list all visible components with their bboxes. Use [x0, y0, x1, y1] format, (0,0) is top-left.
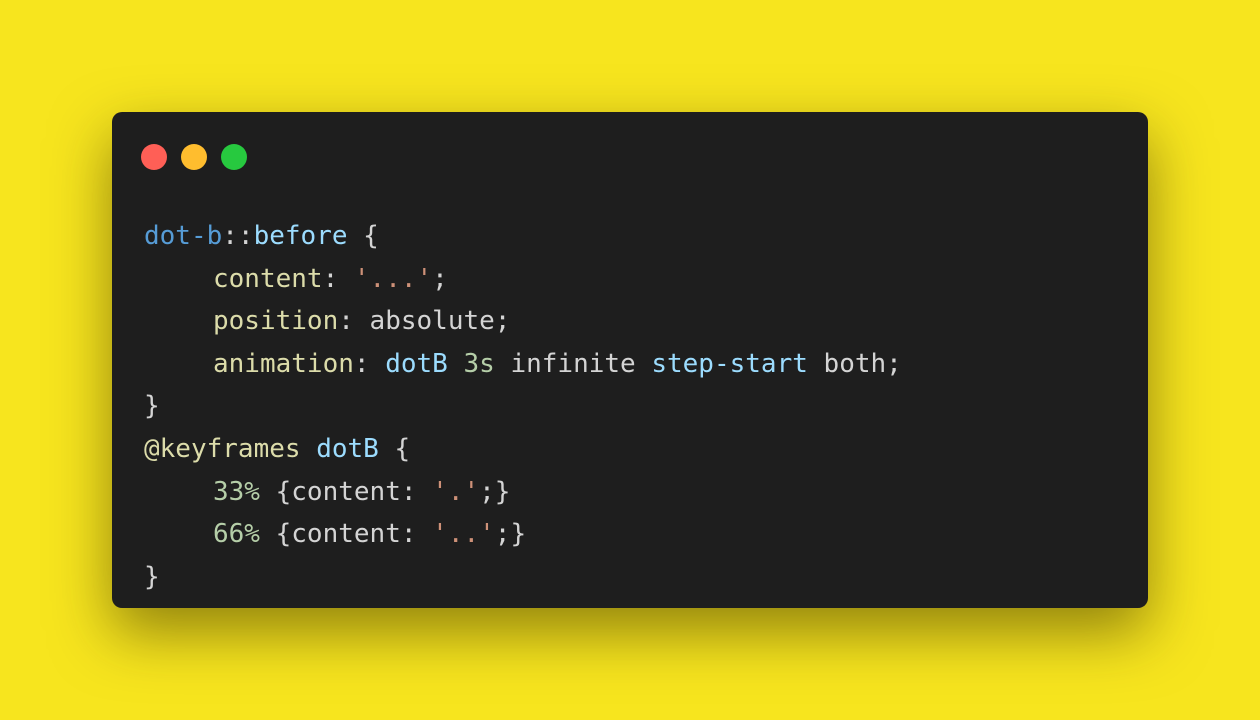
animation-duration: 3s	[463, 348, 495, 379]
close-brace: }	[144, 561, 160, 592]
css-selector: dot-b	[144, 221, 223, 251]
minimize-button[interactable]	[181, 144, 207, 170]
code-line-5: }	[144, 385, 902, 428]
animation-iteration: infinite	[510, 348, 636, 379]
code-line-6: @keyframes dotB {	[144, 428, 902, 471]
at-rule: @keyframes	[144, 433, 301, 464]
colon: :	[338, 306, 370, 337]
string-value: '...'	[353, 263, 433, 294]
code-block: dot-b::before {content: '...'; position: …	[144, 215, 902, 598]
property-animation: animation	[213, 348, 354, 379]
colon: :	[400, 519, 433, 550]
pseudo-element: before	[253, 221, 348, 251]
page-background: { "colors": { "background": "#f7e51e", "…	[0, 0, 1260, 720]
property-content: content	[213, 263, 323, 294]
animation-fill: both	[823, 348, 887, 379]
animation-name: dotB	[385, 348, 448, 379]
colon: :	[400, 476, 433, 507]
string-value: '..'	[432, 519, 495, 550]
open-brace: {	[378, 433, 411, 464]
open-brace: {	[259, 519, 292, 550]
property-content: content	[291, 476, 401, 507]
animation-timing: step-start	[651, 348, 808, 379]
close-button[interactable]	[141, 144, 167, 170]
close-brace: ;}	[494, 519, 527, 550]
keyframe-percent: 33%	[213, 476, 260, 507]
semicolon: ;	[432, 263, 448, 294]
code-line-9: }	[144, 556, 902, 599]
property-position: position	[213, 306, 339, 337]
code-line-8: 66% {content: '..';}	[144, 513, 902, 556]
code-line-4: animation: dotB 3s infinite step-start b…	[144, 343, 902, 386]
maximize-button[interactable]	[221, 144, 247, 170]
close-brace: }	[144, 391, 160, 422]
value-absolute: absolute	[369, 306, 495, 337]
code-line-1: dot-b::before {	[144, 215, 902, 258]
pseudo-colons: ::	[222, 221, 254, 251]
code-line-7: 33% {content: '.';}	[144, 471, 902, 514]
open-brace: {	[347, 221, 379, 251]
code-window: dot-b::before {content: '...'; position: …	[112, 112, 1148, 608]
keyframe-percent: 66%	[213, 519, 260, 550]
open-brace: {	[259, 476, 292, 507]
semicolon: ;	[886, 348, 902, 379]
property-content: content	[291, 519, 401, 550]
code-line-3: position: absolute;	[144, 300, 902, 343]
window-controls	[141, 144, 247, 170]
colon: :	[353, 348, 386, 379]
keyframes-name: dotB	[316, 433, 379, 464]
string-value: '.'	[432, 476, 480, 507]
close-brace: ;}	[479, 476, 511, 507]
semicolon: ;	[494, 306, 511, 337]
code-line-2: content: '...';	[144, 258, 902, 301]
colon: :	[322, 263, 354, 294]
